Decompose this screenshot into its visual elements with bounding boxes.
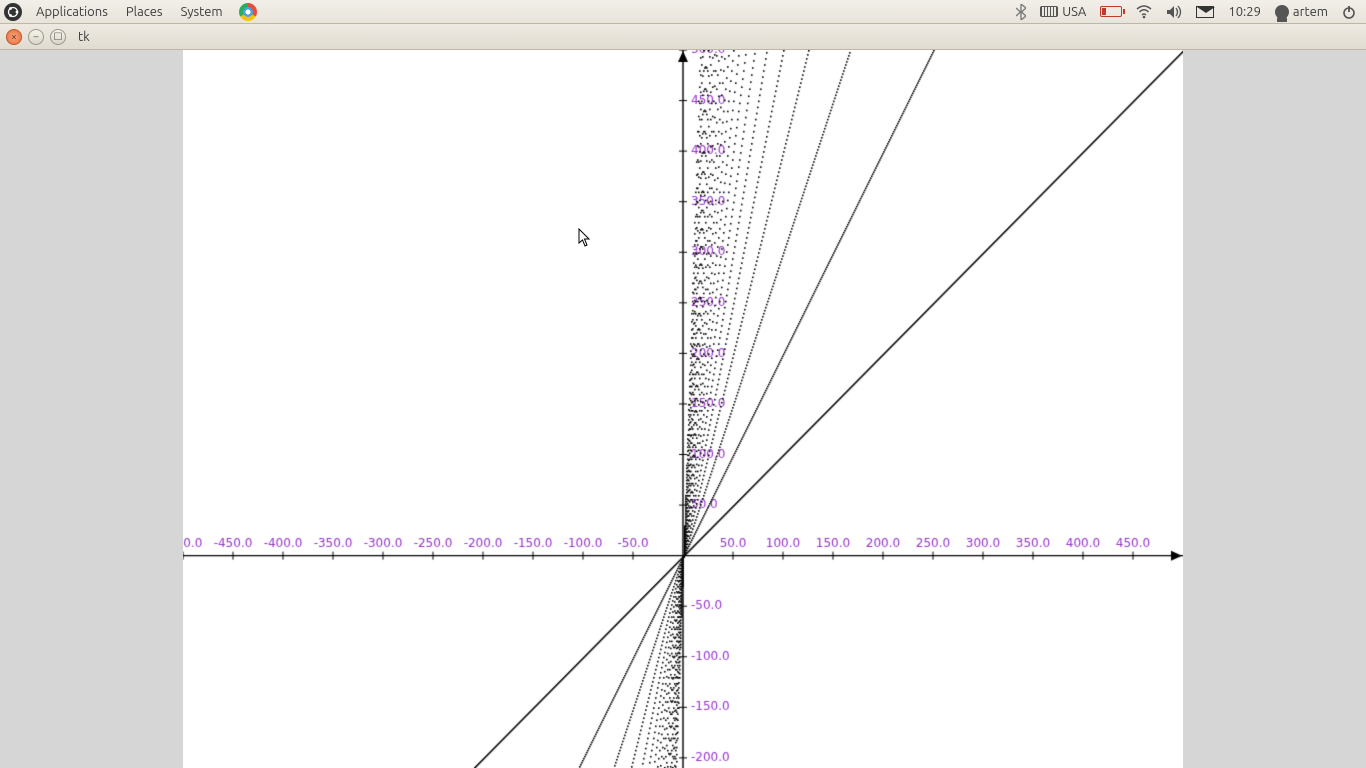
power-icon — [1342, 5, 1356, 19]
client-area — [0, 50, 1366, 768]
battery-indicator[interactable] — [1094, 6, 1128, 17]
session-menu[interactable] — [1336, 5, 1362, 19]
window-titlebar[interactable]: × – ☐ tk — [0, 24, 1366, 50]
mail-icon — [1196, 6, 1214, 18]
volume-icon — [1166, 5, 1182, 19]
window-title: tk — [78, 30, 90, 44]
keyboard-layout-label: USA — [1062, 5, 1086, 19]
username-label: artem — [1293, 5, 1328, 19]
window-minimize-button[interactable]: – — [28, 29, 44, 45]
ubuntu-logo-icon[interactable] — [4, 3, 22, 21]
user-icon — [1275, 5, 1289, 19]
tk-canvas[interactable] — [183, 50, 1183, 768]
sound-indicator[interactable] — [1160, 5, 1188, 19]
wifi-icon — [1136, 5, 1152, 19]
keyboard-icon — [1040, 6, 1058, 17]
menu-system[interactable]: System — [173, 0, 231, 24]
chrome-launcher-icon[interactable] — [239, 3, 257, 21]
clock-indicator[interactable]: 10:29 — [1222, 5, 1267, 19]
keyboard-layout-indicator[interactable]: USA — [1034, 5, 1092, 19]
bluetooth-indicator[interactable] — [1010, 4, 1032, 20]
plot-canvas[interactable] — [183, 50, 1183, 768]
window-maximize-button[interactable]: ☐ — [50, 29, 66, 45]
menu-places[interactable]: Places — [118, 0, 171, 24]
menu-applications[interactable]: Applications — [28, 0, 116, 24]
battery-low-icon — [1100, 6, 1122, 17]
gnome-top-panel: Applications Places System USA 10:29 art… — [0, 0, 1366, 24]
clock-label: 10:29 — [1228, 5, 1261, 19]
messaging-indicator[interactable] — [1190, 6, 1220, 18]
bluetooth-icon — [1016, 4, 1026, 20]
network-indicator[interactable] — [1130, 5, 1158, 19]
window-close-button[interactable]: × — [6, 29, 22, 45]
user-menu[interactable]: artem — [1269, 5, 1334, 19]
